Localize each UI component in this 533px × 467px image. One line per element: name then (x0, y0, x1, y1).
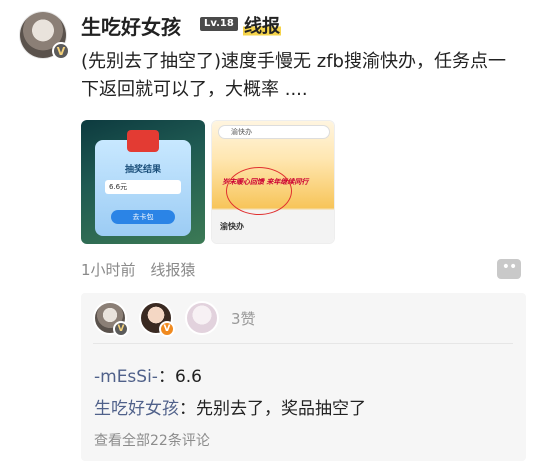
red-envelope-icon (127, 130, 159, 152)
post-content: (先别去了抽空了)速度手慢无 zfb搜渝快办，任务点一下返回就可以了，大概率 .… (81, 51, 506, 100)
comment-separator: ： (157, 367, 175, 387)
comment-user[interactable]: -mEsSi- (94, 367, 158, 387)
verified-badge-icon: V (159, 321, 175, 337)
thumb-button: 去卡包 (111, 210, 175, 224)
comment-item[interactable]: 生吃好女孩：先别去了，奖品抽空了 (94, 394, 366, 419)
comment-text: 6.6 (174, 367, 202, 387)
liker-avatar[interactable] (185, 301, 219, 335)
image-thumbnail-2[interactable]: 渝快办 岁末暖心回馈 来年继续同行 渝快办 (211, 120, 335, 244)
comment-text: 先别去了，奖品抽空了 (196, 399, 366, 419)
thumb-amount: 6.6元 (105, 180, 181, 194)
level-badge: Lv.18 (200, 17, 238, 31)
author-name[interactable]: 生吃好女孩 (81, 11, 181, 40)
divider (93, 343, 513, 344)
comment-user[interactable]: 生吃好女孩 (94, 399, 179, 419)
flair-badge: 线报 (243, 12, 281, 38)
comment-item[interactable]: -mEsSi-：6.6 (94, 362, 202, 387)
annotation-circle (226, 167, 292, 215)
thumb-search-bar: 渝快办 (218, 125, 330, 139)
view-all-comments-link[interactable]: 查看全部22条评论 (94, 430, 210, 450)
thumb-title: 抽奖结果 (124, 165, 161, 175)
comment-separator: ： (179, 399, 196, 419)
image-thumbnail-1[interactable]: 抽奖结果 6.6元 去卡包 (81, 120, 205, 244)
post-time: 1小时前 (81, 261, 136, 279)
thumb-app-name: 渝快办 (220, 222, 244, 231)
more-options-icon[interactable]: •• (497, 259, 521, 279)
post-source[interactable]: 线报猿 (150, 261, 195, 279)
author-avatar[interactable]: V (20, 12, 70, 60)
post-meta: 1小时前 线报猿 (81, 259, 195, 280)
verified-badge-icon: V (113, 321, 129, 337)
verified-badge-icon: V (52, 42, 70, 60)
like-count[interactable]: 3赞 (231, 308, 256, 329)
